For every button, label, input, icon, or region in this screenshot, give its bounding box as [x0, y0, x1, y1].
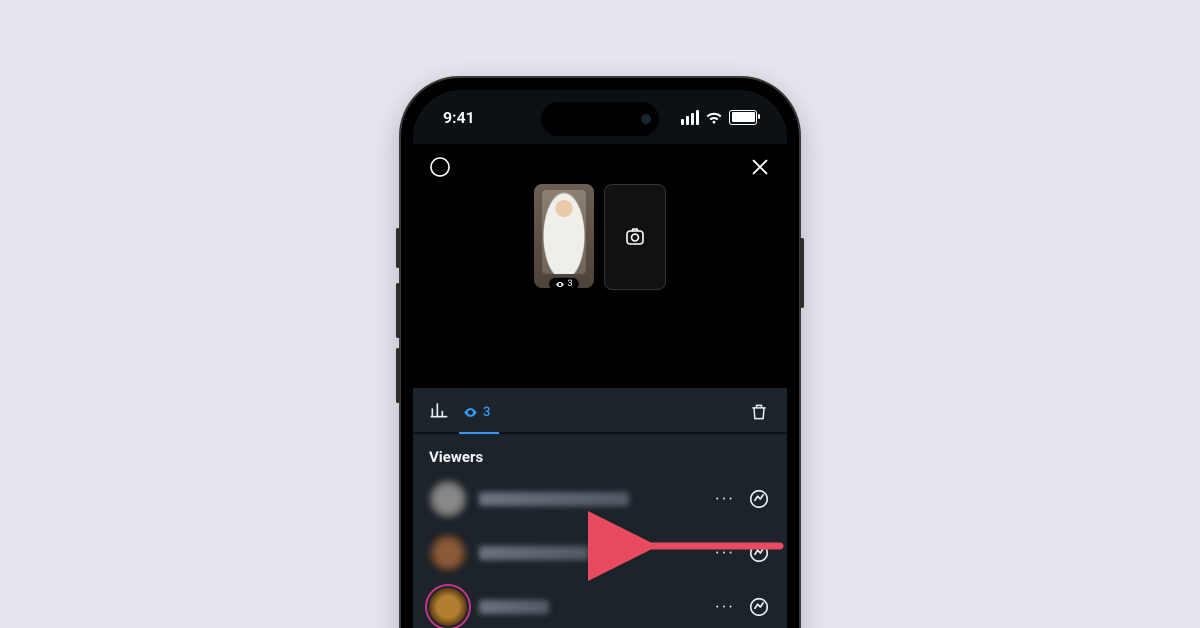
- story-view-badge: 3: [548, 277, 579, 288]
- wifi-icon: [705, 110, 723, 124]
- more-options-button[interactable]: ···: [715, 597, 735, 618]
- avatar[interactable]: [429, 480, 467, 518]
- settings-button[interactable]: [427, 154, 453, 180]
- viewer-name-blurred: [479, 492, 629, 506]
- dynamic-island: [541, 102, 659, 136]
- message-button[interactable]: [747, 487, 771, 511]
- story-thumbnail[interactable]: 3: [534, 184, 594, 288]
- viewers-toolbar: 3: [413, 388, 787, 432]
- viewer-name-blurred: [479, 600, 549, 614]
- avatar[interactable]: [429, 534, 467, 572]
- phone-frame: 9:41: [401, 78, 799, 628]
- add-story-button[interactable]: [604, 184, 666, 290]
- phone-screen: 9:41: [413, 90, 787, 628]
- viewers-panel: 3 Viewers ········· Facebook viewers: [413, 388, 787, 628]
- cellular-signal-icon: [681, 110, 699, 125]
- viewer-row: ···: [413, 526, 787, 580]
- message-button[interactable]: [747, 541, 771, 565]
- avatar[interactable]: [429, 588, 467, 626]
- viewers-section-title: Viewers: [413, 434, 787, 472]
- close-button[interactable]: [747, 154, 773, 180]
- more-options-button[interactable]: ···: [715, 489, 735, 510]
- viewer-row: ···: [413, 580, 787, 628]
- delete-button[interactable]: [747, 400, 771, 424]
- canvas: 9:41: [0, 0, 1200, 628]
- viewer-row: ···: [413, 472, 787, 526]
- more-options-button[interactable]: ···: [715, 543, 735, 564]
- battery-icon: [729, 110, 757, 125]
- status-time: 9:41: [443, 108, 475, 127]
- viewer-count-tab[interactable]: 3: [463, 405, 490, 420]
- insights-button[interactable]: [429, 400, 449, 424]
- story-header: 3: [413, 144, 787, 388]
- viewer-name-blurred: [479, 546, 589, 560]
- message-button[interactable]: [747, 595, 771, 619]
